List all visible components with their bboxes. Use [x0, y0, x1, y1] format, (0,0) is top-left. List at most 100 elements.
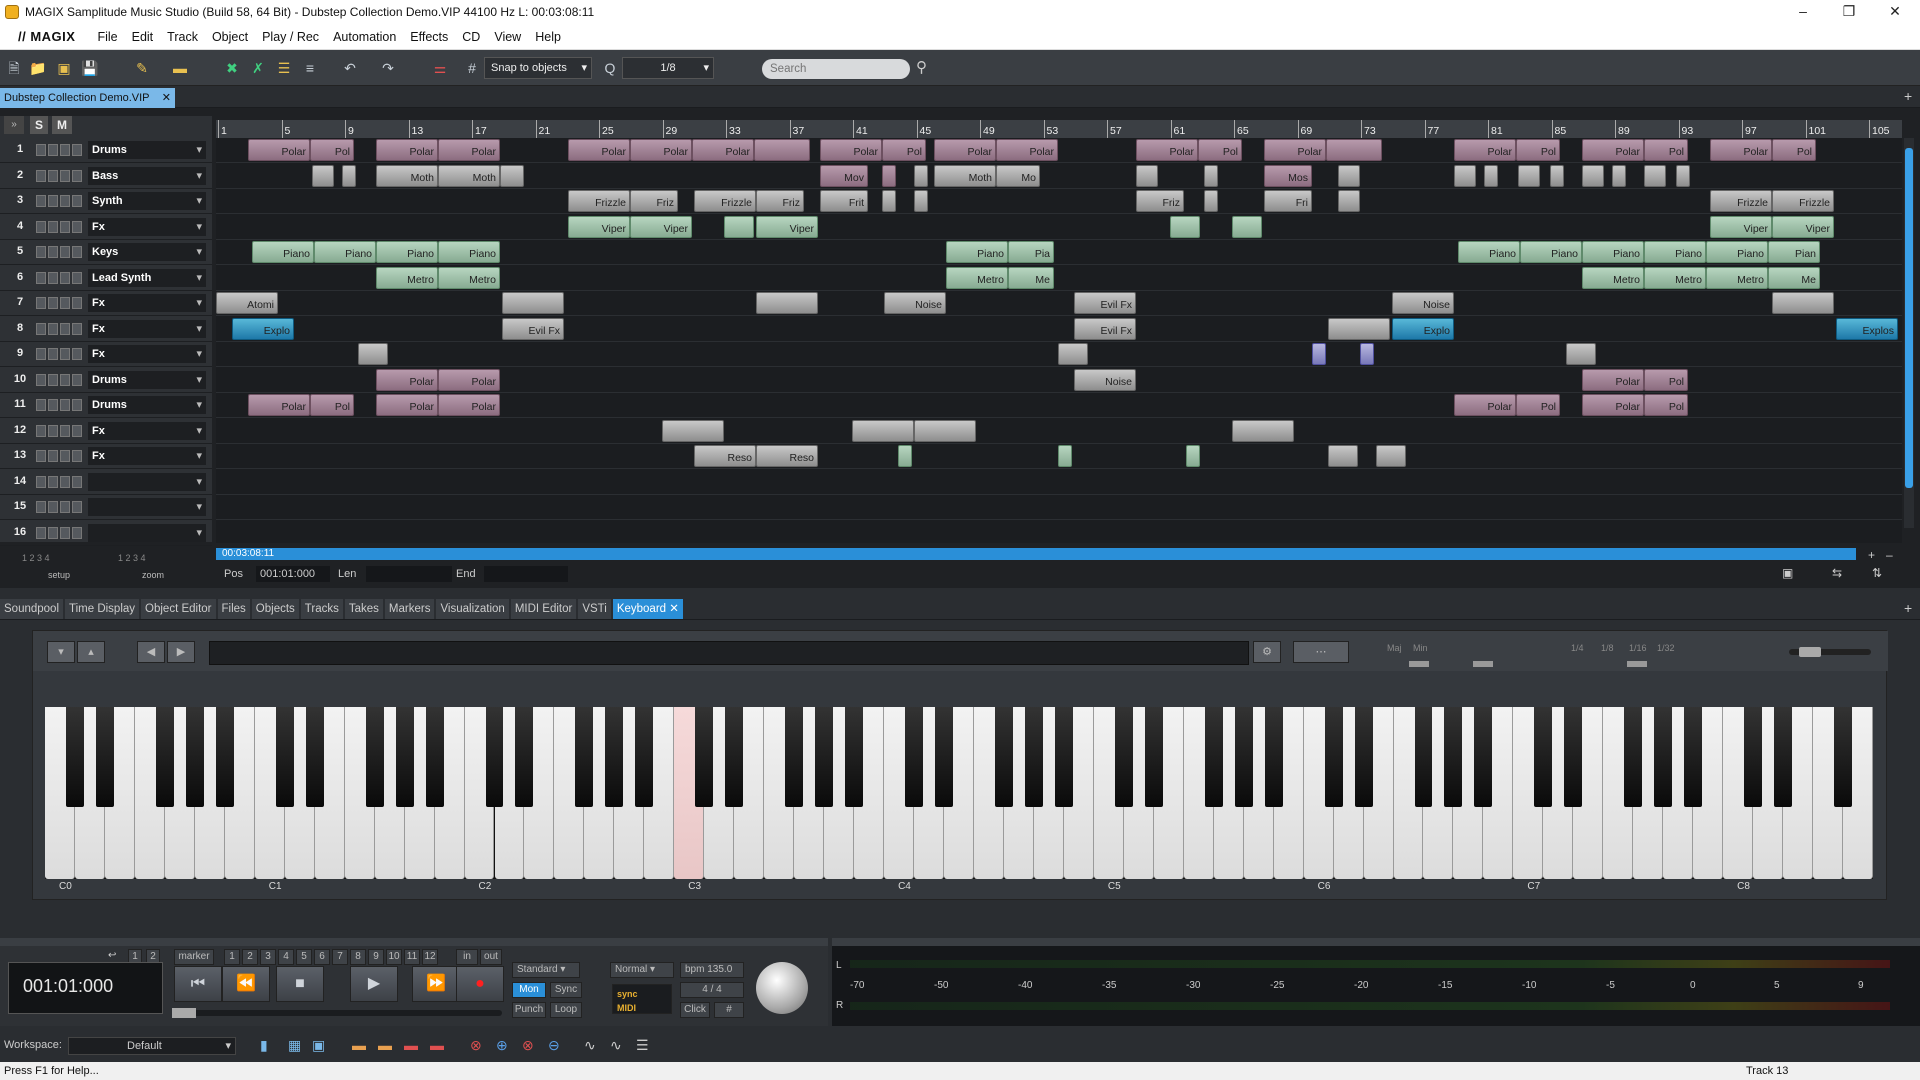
track-solo-button[interactable]	[36, 475, 46, 488]
out-button[interactable]: out	[480, 949, 502, 965]
audio-object[interactable]: Friz	[756, 190, 804, 212]
audio-object[interactable]	[882, 190, 896, 212]
workspace-dropdown[interactable]: Default ▾	[68, 1037, 236, 1055]
audio-object[interactable]	[754, 139, 810, 161]
audio-object[interactable]: Metro	[1706, 266, 1768, 289]
black-key[interactable]	[575, 707, 594, 807]
marker-button[interactable]: 11	[404, 949, 420, 965]
track-mute-button[interactable]	[48, 424, 58, 437]
black-key[interactable]	[725, 707, 744, 807]
track-solo-button[interactable]	[36, 348, 46, 360]
track-lane[interactable]	[216, 470, 1902, 495]
menu-effects[interactable]: Effects	[410, 30, 448, 44]
audio-object[interactable]: Frit	[820, 190, 868, 212]
audio-object[interactable]	[1360, 343, 1374, 365]
close-icon[interactable]: ✕	[162, 88, 171, 108]
track-buttons[interactable]	[36, 526, 84, 539]
audio-object[interactable]: Piano	[1582, 241, 1644, 263]
close-icon[interactable]: ✕	[666, 603, 679, 615]
black-key[interactable]	[1534, 707, 1553, 807]
prev-preset-icon[interactable]: ◀	[137, 641, 165, 663]
normal-dropdown[interactable]: Normal ▾	[610, 962, 674, 978]
bpm-field[interactable]: bpm 135.0	[680, 962, 744, 978]
black-key[interactable]	[1474, 707, 1493, 807]
track-monitor-button[interactable]	[72, 169, 82, 182]
audio-object[interactable]	[500, 164, 524, 187]
track-monitor-button[interactable]	[72, 246, 82, 258]
track-mute-button[interactable]	[48, 526, 58, 539]
audio-object[interactable]: Viper	[568, 215, 630, 238]
marker-button[interactable]: 6	[314, 949, 330, 965]
track-header-11[interactable]: 11 Drums	[0, 393, 212, 418]
track-header-7[interactable]: 7 Fx	[0, 291, 212, 316]
black-key[interactable]	[485, 707, 504, 807]
black-key[interactable]	[1624, 707, 1643, 807]
audio-object[interactable]: Me	[1008, 266, 1054, 289]
audio-object[interactable]: Polar	[692, 139, 754, 161]
track-solo-button[interactable]	[36, 169, 46, 182]
marker-button[interactable]: 5	[296, 949, 312, 965]
track-buttons[interactable]	[36, 348, 84, 360]
audio-object[interactable]: Piano	[1458, 241, 1520, 263]
audio-object[interactable]: Polar	[630, 139, 692, 161]
audio-object[interactable]: Piano	[376, 241, 438, 263]
audio-object[interactable]: Evil Fx	[1074, 292, 1136, 314]
track-record-button[interactable]	[60, 373, 70, 386]
dock-tab-time-display[interactable]: Time Display	[65, 599, 140, 619]
zoom-in-icon[interactable]: +	[1868, 548, 1875, 562]
close-button[interactable]: ✕	[1872, 0, 1918, 24]
audio-object[interactable]: Polar	[1582, 139, 1644, 161]
loop-icon[interactable]: ↩	[108, 950, 116, 961]
dock-tab-markers[interactable]: Markers	[384, 599, 435, 619]
black-key[interactable]	[1024, 707, 1043, 807]
track-solo-button[interactable]	[36, 399, 46, 411]
track-buttons[interactable]	[36, 399, 84, 411]
audio-object[interactable]: Moth	[934, 164, 996, 187]
track-lane[interactable]	[216, 291, 1902, 316]
menu-help[interactable]: Help	[535, 30, 561, 44]
track-solo-button[interactable]	[36, 195, 46, 207]
new-file-icon[interactable]: 🗎	[4, 58, 24, 78]
group-icon[interactable]: ☰	[274, 58, 294, 78]
audio-object[interactable]	[1204, 190, 1218, 212]
track-buttons[interactable]	[36, 450, 84, 462]
black-key[interactable]	[425, 707, 444, 807]
black-key[interactable]	[305, 707, 324, 807]
timeline-ruler[interactable]: 1 5 9 13 17 21 25 29 33 37 41 45 49 53 57 61 65 69 73 77 81 8…	[216, 120, 1902, 138]
track-mute-button[interactable]	[48, 373, 58, 386]
track-solo-button[interactable]	[36, 501, 46, 513]
track-lane[interactable]	[216, 215, 1902, 240]
audio-object[interactable]	[898, 445, 912, 467]
audio-object[interactable]	[1644, 164, 1666, 187]
playback-thumb[interactable]	[172, 1008, 196, 1018]
track-mute-button[interactable]	[48, 399, 58, 411]
track-name[interactable]: Fx	[88, 421, 206, 440]
project-tab[interactable]: Dubstep Collection Demo.VIP ✕	[0, 88, 175, 108]
audio-object[interactable]: Noise	[1392, 292, 1454, 314]
track-mute-button[interactable]	[48, 195, 58, 207]
black-key[interactable]	[1264, 707, 1283, 807]
marker-set-icon[interactable]: ⊕	[496, 1037, 508, 1054]
arrange-icon[interactable]: ▬	[352, 1037, 366, 1053]
audio-object[interactable]: Polar	[1454, 394, 1516, 416]
audio-object[interactable]: Piano	[252, 241, 314, 263]
track-name[interactable]	[88, 472, 206, 491]
audio-object[interactable]	[1582, 164, 1604, 187]
audio-object[interactable]: Explos	[1836, 317, 1898, 340]
audio-object[interactable]	[852, 419, 914, 442]
track-monitor-button[interactable]	[72, 322, 82, 335]
audio-object[interactable]: Frizzle	[694, 190, 756, 212]
black-key[interactable]	[395, 707, 414, 807]
track-record-button[interactable]	[60, 501, 70, 513]
track-name[interactable]: Keys	[88, 243, 206, 261]
rate-slider[interactable]	[1627, 661, 1647, 667]
volume-slider[interactable]	[1789, 647, 1871, 657]
marker-button[interactable]: 9	[368, 949, 384, 965]
audio-object[interactable]: Polar	[376, 139, 438, 161]
len-field[interactable]	[366, 566, 452, 582]
track-solo-button[interactable]	[36, 220, 46, 233]
black-key[interactable]	[515, 707, 534, 807]
track-buttons[interactable]	[36, 297, 84, 309]
punch-button[interactable]: Punch	[512, 1002, 546, 1018]
spectrum-icon[interactable]: ∿	[610, 1037, 622, 1054]
